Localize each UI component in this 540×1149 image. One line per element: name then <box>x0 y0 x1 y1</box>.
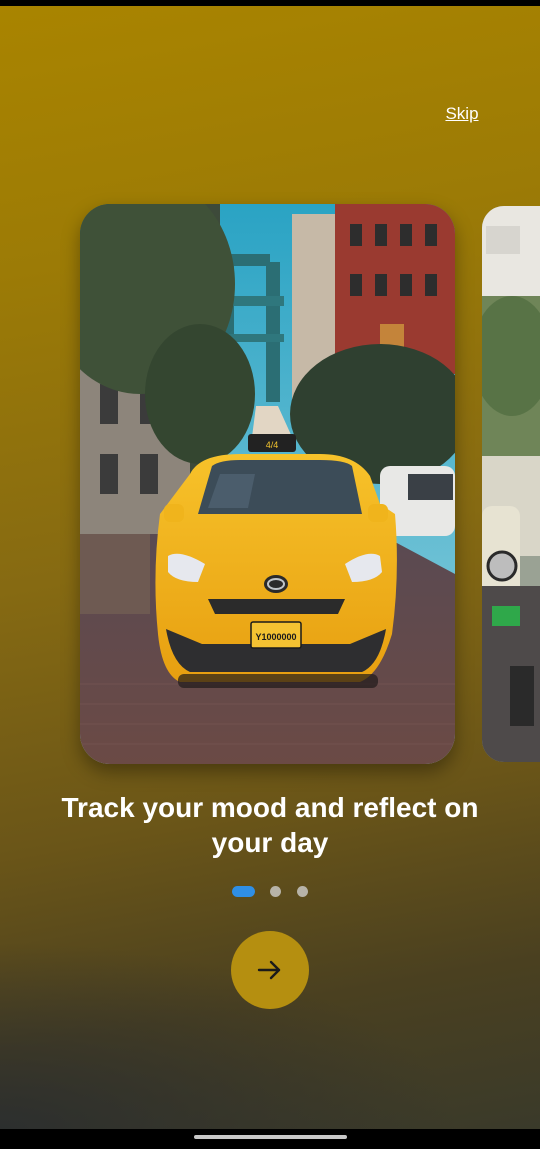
onboarding-screen: Skip 4/4 Y1000000 Track your mood and re… <box>0 0 540 1149</box>
pagination-dots <box>0 886 540 898</box>
skip-link[interactable]: Skip <box>440 104 484 124</box>
roof-sign-text: 4/4 <box>266 440 279 450</box>
license-plate-text: Y1000000 <box>255 632 296 642</box>
pagination-dot[interactable] <box>270 886 281 897</box>
carousel-card-next-peek[interactable] <box>482 206 540 762</box>
slide-title: Track your mood and reflect on your day <box>61 792 479 858</box>
system-navigation-bar <box>0 1129 540 1149</box>
next-slide-image <box>482 206 540 762</box>
pagination-dot-active[interactable] <box>232 886 255 897</box>
next-button[interactable] <box>231 931 309 1009</box>
pagination-dot[interactable] <box>297 886 308 897</box>
carousel-card-current[interactable]: 4/4 Y1000000 <box>80 204 455 764</box>
arrow-right-icon <box>257 960 281 980</box>
home-indicator[interactable] <box>194 1135 347 1139</box>
taxi-street-image: 4/4 Y1000000 <box>80 204 455 764</box>
